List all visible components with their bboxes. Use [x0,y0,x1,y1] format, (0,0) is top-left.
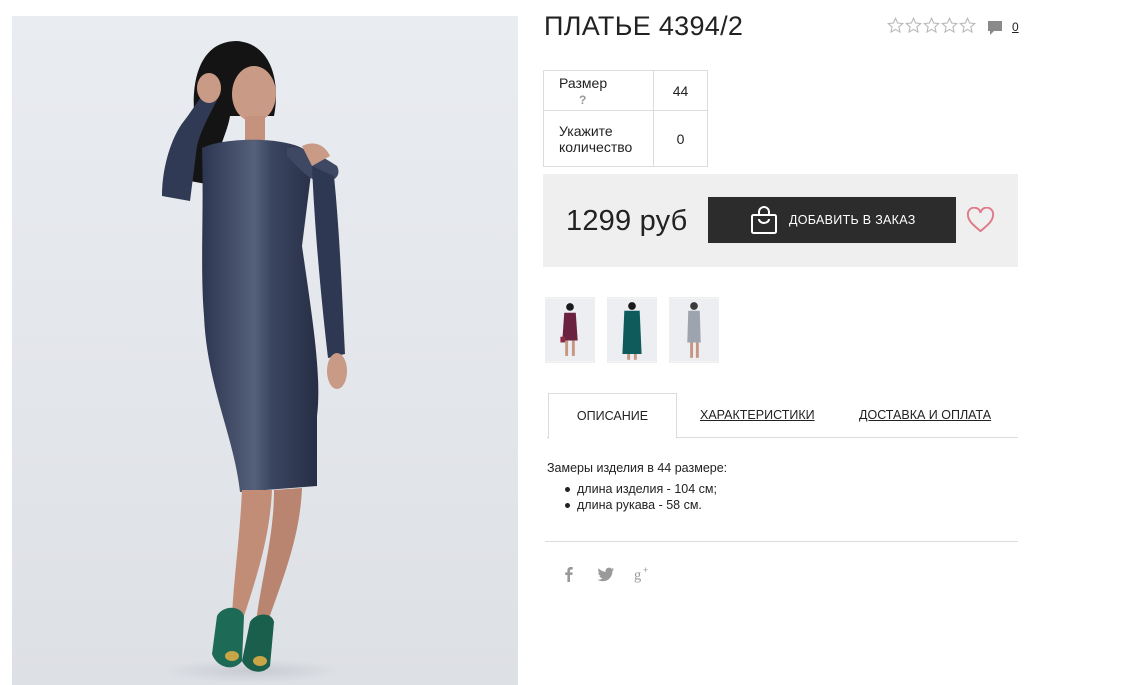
rating-stars[interactable] [887,17,976,34]
model-in-dress-illustration [162,41,347,683]
size-label-cell: Размер ? [543,70,654,111]
comment-icon[interactable] [986,19,1004,37]
thumbnail-wine-dress[interactable] [545,297,595,363]
section-divider [545,541,1018,542]
purchase-box: 1299 руб ДОБАВИТЬ В ЗАКАЗ [543,174,1018,267]
facebook-icon[interactable] [560,565,578,583]
add-to-order-label: ДОБАВИТЬ В ЗАКАЗ [789,213,916,227]
star-icon[interactable] [923,17,940,34]
product-title: ПЛАТЬЕ 4394/2 [544,11,744,41]
svg-text:+: + [643,565,648,575]
google-plus-icon[interactable]: g + [634,565,652,583]
list-item: длина рукава - 58 см. [565,497,727,513]
product-price: 1299 руб [566,205,688,237]
star-icon[interactable] [887,17,904,34]
size-help-icon[interactable]: ? [579,93,586,107]
teal-dress-thumbnail-icon [608,298,656,362]
quantity-label-line1: Укажите [559,122,613,139]
heart-icon[interactable] [966,207,995,233]
star-icon[interactable] [941,17,958,34]
tab-delivery-payment[interactable]: ДОСТАВКА И ОПЛАТА [859,393,991,438]
product-options-table: Размер ? 44 Укажите количество 0 [543,70,708,167]
thumbnail-teal-dress[interactable] [607,297,657,363]
comment-count-link[interactable]: 0 [1012,20,1019,34]
wine-dress-thumbnail-icon [546,298,594,362]
thumbnail-grey-dress[interactable] [669,297,719,363]
tab-characteristics[interactable]: ХАРАКТЕРИСТИКИ [700,393,815,438]
quantity-input[interactable]: 0 [653,110,708,167]
product-main-image[interactable] [12,16,518,685]
twitter-icon[interactable] [597,565,615,583]
svg-text:g: g [634,567,641,583]
social-share: g + [560,565,671,583]
tab-description[interactable]: ОПИСАНИЕ [548,393,677,439]
quantity-label-cell: Укажите количество [543,110,654,167]
star-icon[interactable] [905,17,922,34]
grey-dress-thumbnail-icon [670,298,718,362]
product-description: Замеры изделия в 44 размере: длина издел… [547,461,727,513]
size-value[interactable]: 44 [653,70,708,111]
add-to-order-button[interactable]: ДОБАВИТЬ В ЗАКАЗ [708,197,956,243]
description-list: длина изделия - 104 см; длина рукава - 5… [547,481,727,513]
size-label: Размер [559,74,608,91]
description-intro: Замеры изделия в 44 размере: [547,461,728,475]
quantity-label-line2: количество [559,138,633,155]
product-tabs: ОПИСАНИЕ ХАРАКТЕРИСТИКИ ДОСТАВКА И ОПЛАТ… [547,393,1018,439]
list-item: длина изделия - 104 см; [565,481,727,497]
shopping-bag-icon [751,206,777,234]
star-icon[interactable] [959,17,976,34]
thumbnail-strip [545,297,719,363]
